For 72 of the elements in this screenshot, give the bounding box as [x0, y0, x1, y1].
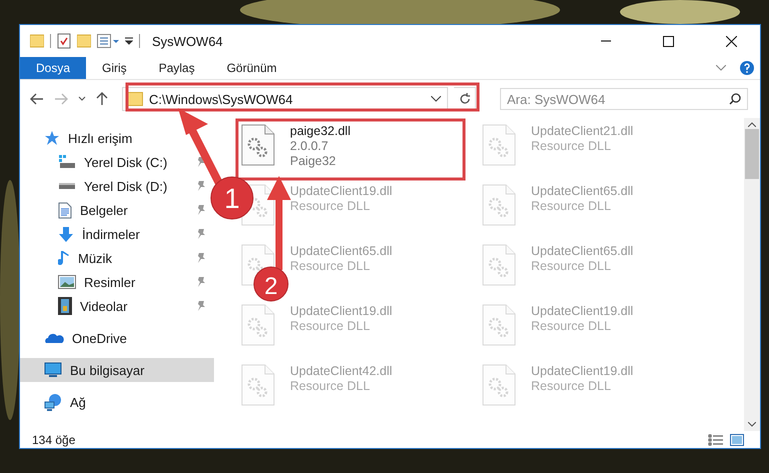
view-options-icon[interactable]	[97, 34, 119, 48]
address-path: C:\Windows\SysWOW64	[149, 92, 294, 106]
dll-file-icon	[482, 124, 516, 166]
ribbon-tab[interactable]: Görünüm	[210, 57, 293, 79]
dll-file-icon	[241, 304, 275, 346]
customize-toolbar-icon[interactable]	[125, 37, 133, 45]
ribbon-tab[interactable]: Dosya	[20, 57, 86, 79]
scrollbar[interactable]	[744, 118, 760, 431]
sidebar-item[interactable]: Resimler	[20, 270, 214, 294]
sidebar-item[interactable]: OneDrive	[20, 326, 214, 350]
sidebar-item[interactable]: İndirmeler	[20, 222, 214, 246]
download-arrow-icon	[58, 226, 74, 242]
properties-icon[interactable]	[57, 33, 71, 49]
file-detail: Resource DLL	[531, 139, 612, 153]
dll-file-icon	[482, 244, 516, 286]
scroll-up-icon[interactable]	[748, 122, 756, 127]
dll-file-icon	[241, 124, 275, 166]
refresh-button[interactable]	[454, 87, 476, 111]
file-detail: Resource DLL	[531, 379, 612, 393]
drive-icon	[58, 155, 76, 169]
scroll-down-icon[interactable]	[748, 422, 756, 427]
maximize-icon	[663, 36, 674, 46]
file-detail: Resource DLL	[290, 259, 371, 273]
dropdown-icon[interactable]	[431, 96, 441, 102]
close-icon	[726, 36, 737, 46]
network-icon	[44, 394, 62, 410]
file-detail: Paige32	[290, 154, 337, 168]
drive-icon	[58, 182, 76, 190]
file-name[interactable]: paige32.dll	[290, 124, 350, 138]
sidebar-item[interactable]: Ağ	[20, 390, 214, 414]
sidebar-item[interactable]: Müzik	[20, 246, 214, 270]
file-detail: Resource DLL	[290, 379, 371, 393]
back-button[interactable]	[28, 91, 46, 107]
dll-file-icon	[482, 304, 516, 346]
sidebar-item[interactable]: Hızlı erişim	[20, 126, 214, 150]
item-count: 134 öğe	[32, 432, 76, 446]
dll-file-icon	[241, 364, 275, 406]
large-icons-view-icon[interactable]	[730, 434, 744, 446]
dll-file-icon	[482, 364, 516, 406]
file-detail: Resource DLL	[531, 199, 612, 213]
star-icon	[44, 130, 60, 146]
cloud-icon	[44, 332, 64, 344]
window-title: SysWOW64	[152, 34, 223, 48]
picture-icon	[58, 275, 76, 289]
search-field[interactable]: Ara: SysWOW64	[500, 88, 748, 110]
film-icon	[58, 297, 72, 315]
ribbon-tab[interactable]: Paylaş	[142, 57, 211, 79]
file-detail: Resource DLL	[290, 199, 371, 213]
chevron-down-icon	[78, 96, 86, 102]
file-detail: Resource DLL	[290, 319, 371, 333]
file-detail: Resource DLL	[531, 259, 612, 273]
file-detail: Resource DLL	[531, 319, 612, 333]
music-note-icon	[58, 250, 70, 266]
details-view-icon[interactable]	[708, 434, 724, 446]
step-badge: 1	[210, 176, 254, 220]
dll-file-icon	[482, 184, 516, 226]
folder-icon	[127, 92, 143, 106]
file-detail: 2.0.0.7	[290, 139, 330, 153]
refresh-icon	[458, 93, 470, 105]
computer-icon	[44, 362, 62, 378]
help-icon[interactable]	[740, 61, 754, 75]
document-icon	[58, 202, 72, 218]
step-badge: 2	[254, 266, 288, 302]
ribbon-tab[interactable]: Giriş	[86, 57, 143, 79]
address-bar[interactable]: C:\Windows\SysWOW64	[122, 87, 448, 111]
search-icon	[729, 93, 741, 105]
up-button[interactable]	[94, 90, 110, 108]
sidebar-item[interactable]: Videolar	[20, 294, 214, 318]
expand-ribbon-icon[interactable]	[716, 65, 726, 71]
sidebar-item[interactable]: Bu bilgisayar	[20, 358, 214, 382]
sidebar-item[interactable]: Yerel Disk (C:)	[20, 150, 214, 174]
scroll-thumb[interactable]	[745, 129, 759, 179]
